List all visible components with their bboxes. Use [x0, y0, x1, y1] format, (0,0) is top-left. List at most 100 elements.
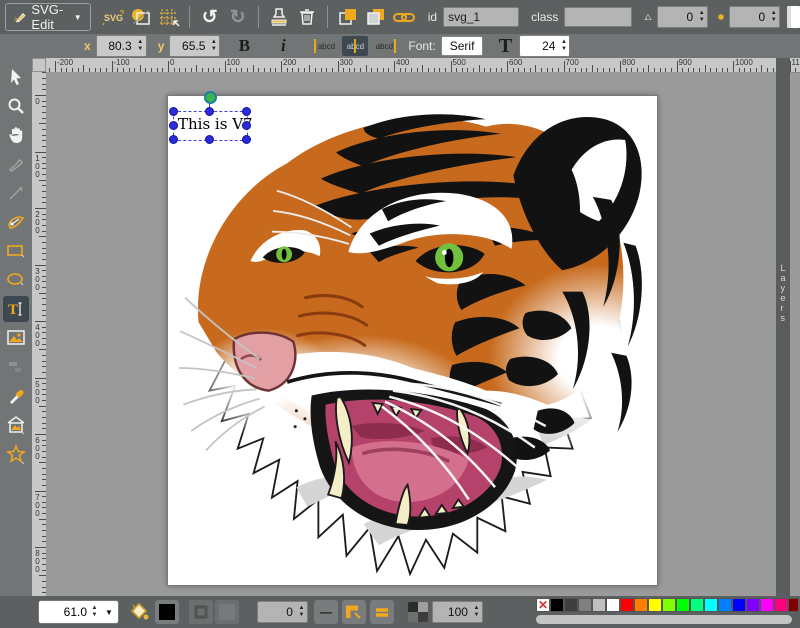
x-input[interactable]	[97, 37, 135, 55]
stroke-dash-select[interactable]: —	[314, 600, 338, 624]
palette-scrollbar[interactable]	[536, 615, 792, 624]
font-size-input[interactable]	[520, 37, 558, 55]
palette-swatch[interactable]	[690, 598, 704, 612]
opacity-down-icon[interactable]: ▼	[471, 612, 482, 619]
stroke-down-icon[interactable]: ▼	[296, 612, 307, 619]
grid-snap-button[interactable]	[157, 5, 181, 29]
palette-swatch[interactable]	[606, 598, 620, 612]
move-to-bottom-button[interactable]	[364, 5, 388, 29]
tool-rect[interactable]	[3, 238, 29, 264]
source-editor-button[interactable]: SVG	[101, 5, 125, 29]
move-to-top-button[interactable]	[336, 5, 360, 29]
palette-swatch[interactable]	[662, 598, 676, 612]
align-right-button[interactable]: abcd	[371, 36, 397, 56]
svg-canvas[interactable]: This is V7	[167, 95, 658, 586]
palette-swatch[interactable]	[648, 598, 662, 612]
tiger-drawing[interactable]	[168, 96, 657, 585]
tool-pencil[interactable]	[3, 151, 29, 177]
stroke-tool-button[interactable]	[189, 600, 213, 624]
tool-pan[interactable]	[3, 122, 29, 148]
zoom-widget[interactable]: ▲ ▼ ▼	[38, 600, 119, 624]
palette-swatch[interactable]	[788, 598, 798, 612]
handle-se[interactable]	[242, 135, 251, 144]
opacity-up-icon[interactable]: ▲	[471, 605, 482, 612]
tool-path-edit[interactable]	[3, 354, 29, 380]
palette-swatch[interactable]	[718, 598, 732, 612]
tool-path[interactable]	[3, 209, 29, 235]
rotate-grip[interactable]	[204, 91, 217, 104]
workspace[interactable]: This is V7	[46, 72, 776, 596]
palette-swatch[interactable]	[634, 598, 648, 612]
x-down-icon[interactable]: ▼	[135, 46, 146, 53]
angle-input[interactable]	[658, 8, 696, 26]
palette-swatch[interactable]	[578, 598, 592, 612]
stroke-linecap-select[interactable]	[370, 600, 394, 624]
tool-select[interactable]	[3, 64, 29, 90]
size-up-icon[interactable]: ▲	[558, 39, 569, 46]
stroke-width-spinner[interactable]: ▲ ▼	[257, 601, 308, 623]
zoom-dropdown-icon[interactable]: ▼	[100, 608, 118, 617]
tool-shape-library[interactable]	[3, 412, 29, 438]
italic-button[interactable]: i	[272, 36, 294, 56]
palette-swatch[interactable]	[676, 598, 690, 612]
bold-button[interactable]: B	[233, 36, 255, 56]
layers-panel-toggle[interactable]: Layers	[776, 58, 790, 596]
make-link-button[interactable]	[392, 5, 416, 29]
palette-swatch[interactable]	[746, 598, 760, 612]
y-down-icon[interactable]: ▼	[208, 46, 219, 53]
handle-w[interactable]	[169, 121, 178, 130]
handle-sw[interactable]	[169, 135, 178, 144]
opacity-spinner[interactable]: ▲ ▼	[432, 601, 483, 623]
handle-s[interactable]	[205, 135, 214, 144]
stroke-linejoin-select[interactable]	[342, 600, 366, 624]
handle-n[interactable]	[205, 107, 214, 116]
palette-swatch[interactable]	[620, 598, 634, 612]
background-swatch-button[interactable]	[787, 6, 800, 28]
y-up-icon[interactable]: ▲	[208, 39, 219, 46]
x-up-icon[interactable]: ▲	[135, 39, 146, 46]
y-input[interactable]	[170, 37, 208, 55]
tool-zoom[interactable]	[3, 93, 29, 119]
palette-swatch[interactable]	[550, 598, 564, 612]
palette-swatch[interactable]	[704, 598, 718, 612]
tool-ellipse[interactable]	[3, 267, 29, 293]
palette-swatch[interactable]	[774, 598, 788, 612]
zoom-up-icon[interactable]: ▲	[89, 605, 100, 612]
blur-input[interactable]	[730, 8, 768, 26]
palette-swatch-none[interactable]: ✕	[536, 598, 550, 612]
blur-up-icon[interactable]: ▲	[768, 10, 779, 17]
tool-text[interactable]: T	[3, 296, 29, 322]
tool-line[interactable]	[3, 180, 29, 206]
stroke-up-icon[interactable]: ▲	[296, 605, 307, 612]
delete-button[interactable]	[295, 5, 319, 29]
tool-star[interactable]	[3, 441, 29, 467]
palette-swatch[interactable]	[592, 598, 606, 612]
y-spinner[interactable]: ▲ ▼	[169, 35, 220, 57]
id-input[interactable]	[443, 7, 519, 27]
tool-image[interactable]	[3, 325, 29, 351]
stroke-color-button[interactable]	[215, 600, 239, 624]
palette-swatch[interactable]	[564, 598, 578, 612]
font-size-spinner[interactable]: ▲ ▼	[519, 35, 570, 57]
stroke-width-input[interactable]	[258, 603, 296, 621]
blur-spinner[interactable]: ▲ ▼	[729, 6, 780, 28]
tool-eyedropper[interactable]	[3, 383, 29, 409]
align-center-button[interactable]: abcd	[342, 36, 368, 56]
clone-button[interactable]	[267, 5, 291, 29]
wireframe-button[interactable]	[129, 5, 153, 29]
opacity-input[interactable]	[433, 603, 471, 621]
palette-swatch[interactable]	[732, 598, 746, 612]
zoom-down-icon[interactable]: ▼	[89, 612, 100, 619]
palette-swatch[interactable]	[760, 598, 774, 612]
angle-down-icon[interactable]: ▼	[696, 17, 707, 24]
handle-ne[interactable]	[242, 107, 251, 116]
size-down-icon[interactable]: ▼	[558, 46, 569, 53]
class-input[interactable]	[564, 7, 632, 27]
x-spinner[interactable]: ▲ ▼	[96, 35, 147, 57]
blur-down-icon[interactable]: ▼	[768, 17, 779, 24]
align-left-button[interactable]: abcd	[313, 36, 339, 56]
main-menu-button[interactable]: SVG-Edit ▼	[5, 3, 91, 31]
handle-e[interactable]	[242, 121, 251, 130]
fill-color-button[interactable]	[155, 600, 179, 624]
undo-button[interactable]: ↺	[198, 5, 222, 29]
